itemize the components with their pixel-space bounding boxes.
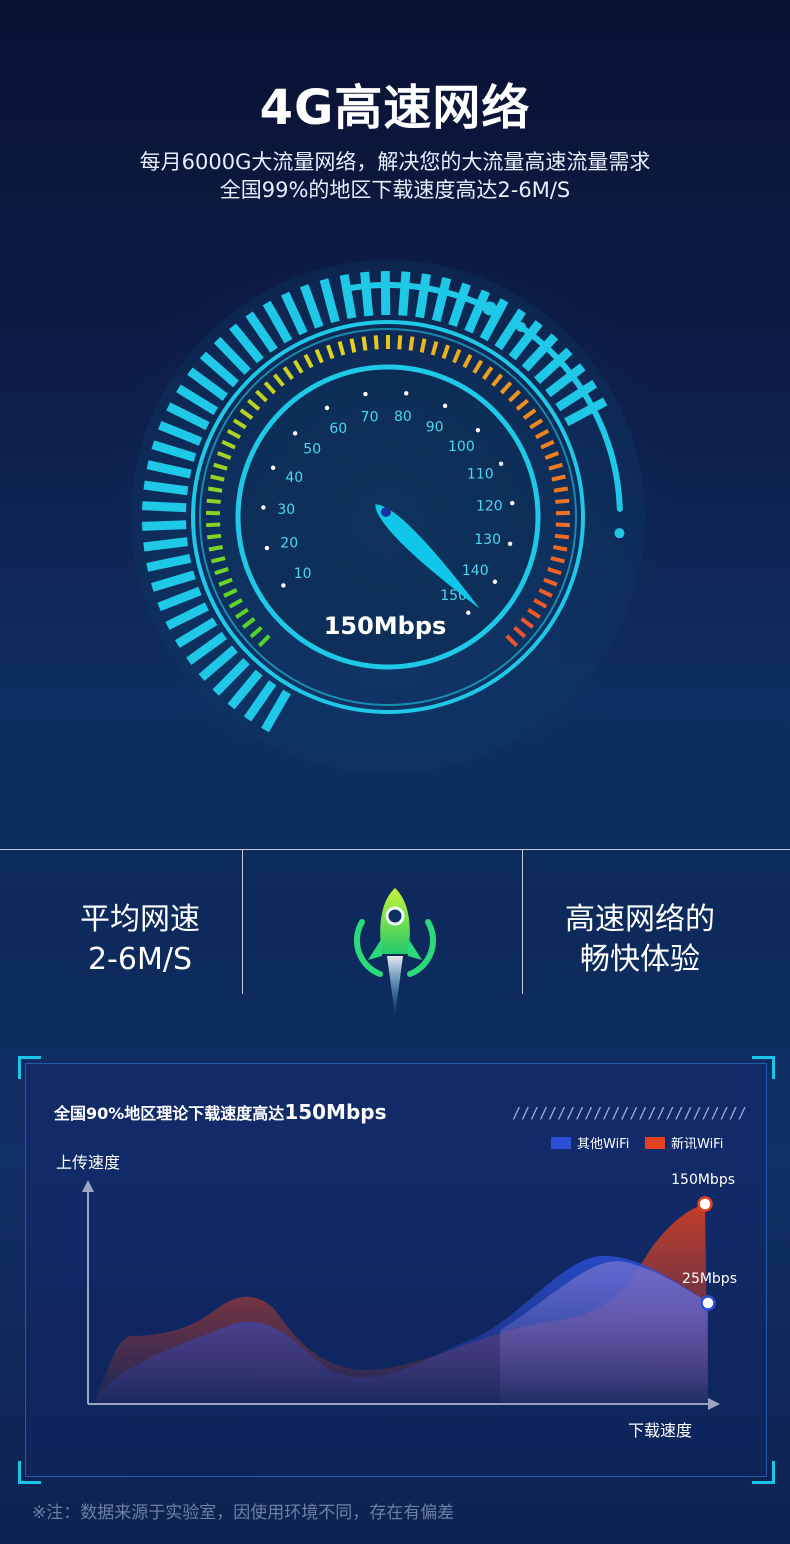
- speed-tick: [208, 545, 224, 552]
- speed-tick: [555, 522, 570, 528]
- experience-line-1: 高速网络的: [565, 902, 715, 937]
- tick-dot: [264, 545, 270, 551]
- marker-new-wifi: [697, 1196, 713, 1212]
- legend-swatch-other: [551, 1136, 571, 1149]
- tick-label: 40: [285, 470, 303, 486]
- speed-tick: [349, 338, 357, 353]
- tick-label: 130: [474, 532, 501, 548]
- tick-label: 30: [277, 502, 295, 518]
- page-title: 4G高速网络: [259, 80, 531, 136]
- outer-ring-dot-3: [614, 528, 625, 539]
- speed-tick: [206, 533, 222, 540]
- tick-dot: [261, 505, 266, 510]
- subtitle-line-2: 全国99%的地区下载速度高达2-6M/S: [219, 178, 571, 202]
- divider-right: [522, 850, 523, 994]
- avg-speed-value: 2-6M/S: [87, 942, 193, 977]
- avg-speed-stat: 平均网速 2-6M/S: [40, 900, 240, 980]
- speed-tick: [206, 522, 221, 528]
- subtitle-line-1: 每月6000G大流量网络，解决您的大流量高速流量需求: [139, 150, 651, 174]
- speed-tick: [206, 498, 221, 504]
- outer-segment: [142, 520, 187, 531]
- x-axis-arrow: [708, 1398, 720, 1410]
- speed-tick: [361, 336, 368, 351]
- tick-dot: [492, 579, 498, 584]
- outer-segment: [143, 537, 189, 552]
- tick-dot: [324, 405, 330, 411]
- divider-left: [242, 850, 243, 994]
- tick-dot: [292, 431, 298, 436]
- outer-segment: [360, 271, 374, 317]
- speed-tick: [552, 545, 568, 552]
- footnote: ※注：数据来源于实验室，因使用环境不同，存在有偏差: [32, 1503, 455, 1523]
- speed-tick: [554, 533, 570, 540]
- divider-horizontal: [0, 849, 790, 850]
- avg-speed-label: 平均网速: [80, 902, 200, 937]
- speed-readout: 150Mbps: [323, 612, 447, 640]
- tick-label: 120: [476, 499, 503, 515]
- speed-tick: [207, 486, 223, 493]
- experience-stat: 高速网络的 畅快体验: [530, 900, 750, 980]
- tick-label: 60: [329, 421, 347, 437]
- y-axis-arrow: [82, 1180, 94, 1192]
- marker-other-wifi: [700, 1295, 716, 1311]
- label-other-wifi-value: 25Mbps: [682, 1271, 737, 1287]
- tick-label: 70: [361, 410, 379, 426]
- tick-label: 50: [303, 442, 321, 458]
- speed-tick: [373, 335, 379, 350]
- speed-tick: [408, 336, 415, 351]
- speed-area-chart: 上传速度下载速度 150Mbps 25Mbps: [56, 1153, 737, 1440]
- needle-hub: [381, 507, 391, 517]
- tick-dot: [270, 465, 276, 470]
- x-axis-label: 下载速度: [628, 1421, 692, 1440]
- speed-tick: [553, 486, 569, 493]
- outer-segment: [142, 501, 187, 513]
- tick-label: 90: [426, 419, 444, 435]
- legend-swatch-new: [645, 1136, 665, 1149]
- chart-title-highlight: 150Mbps: [284, 1100, 387, 1124]
- tick-dot: [507, 541, 513, 547]
- tick-label: 100: [448, 439, 475, 455]
- tick-dot: [510, 500, 515, 506]
- tick-label: 10: [294, 566, 312, 582]
- chart-title-prefix: 全国90%地区理论下载速度高达: [54, 1104, 285, 1123]
- tick-label: 110: [467, 467, 494, 483]
- speed-gauge: 10203040506070 8090100110120130140150: [88, 217, 688, 817]
- outer-ring-dot: [482, 301, 497, 316]
- tick-dot: [404, 391, 409, 396]
- tick-dot: [475, 427, 481, 433]
- tick-dot: [363, 391, 368, 397]
- speed-tick: [419, 338, 427, 353]
- tick-label: 20: [280, 535, 298, 551]
- outer-segment: [143, 480, 189, 496]
- tick-dot: [442, 403, 448, 409]
- chart-title: 全国90%地区理论下载速度高达150Mbps: [54, 1100, 387, 1124]
- speed-tick: [555, 498, 570, 504]
- tick-dot: [498, 461, 504, 466]
- speed-tick: [397, 335, 403, 350]
- label-new-wifi-value: 150Mbps: [671, 1172, 735, 1188]
- tick-label: 140: [462, 563, 489, 579]
- rocket-icon: [353, 888, 437, 1016]
- outer-segment: [398, 271, 411, 316]
- tick-label: 80: [394, 409, 412, 425]
- experience-line-2: 畅快体验: [580, 942, 700, 977]
- outer-ring-dot-2: [516, 321, 527, 332]
- tick-dot: [281, 583, 286, 588]
- y-axis-label: 上传速度: [56, 1153, 120, 1172]
- decorative-stripes: //////////////////////////: [512, 1104, 747, 1122]
